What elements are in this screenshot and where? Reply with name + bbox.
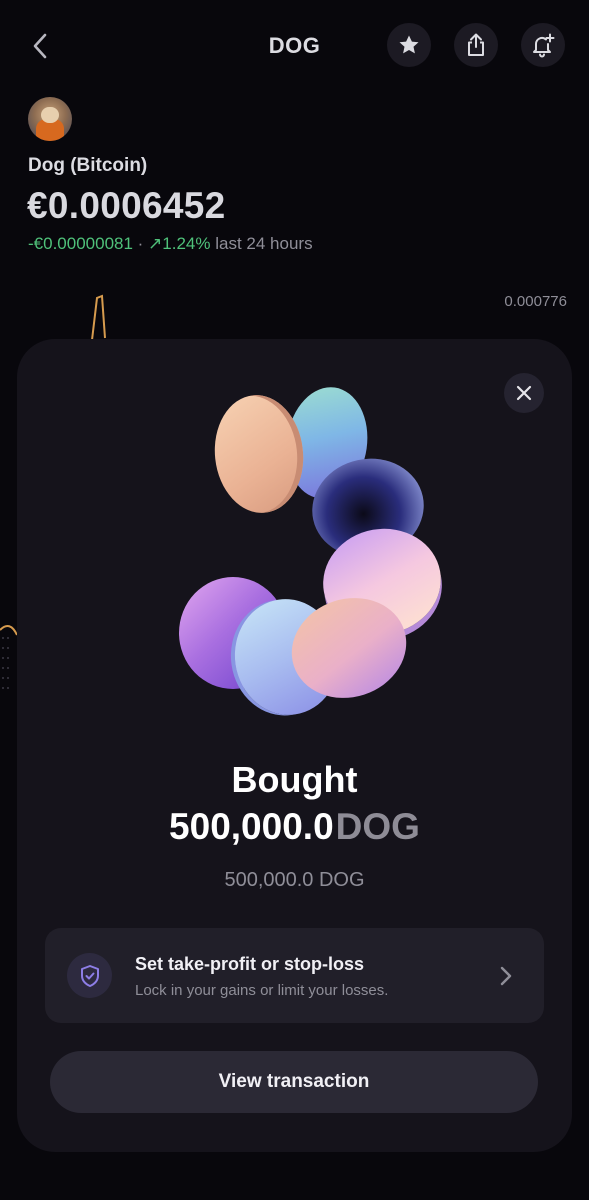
coins-illustration [167,377,450,722]
chart-max-label: 0.000776 [504,293,567,310]
share-button[interactable] [454,23,498,67]
change-period: last 24 hours [215,234,313,253]
close-icon [516,385,532,401]
page-title: DOG [268,33,321,58]
back-button[interactable] [22,26,58,66]
price-alert-button[interactable] [521,23,565,67]
asset-avatar [28,97,72,141]
close-button[interactable] [504,373,544,413]
take-profit-stop-loss-card[interactable]: Set take-profit or stop-loss Lock in you… [45,928,544,1023]
view-transaction-button[interactable]: View transaction [50,1051,538,1113]
bought-amount-value: 500,000.0 [169,806,334,847]
change-separator: · [132,234,149,253]
bought-amount-symbol: DOG [335,806,420,847]
change-amount: -€0.00000081 [28,234,133,253]
bell-plus-icon [533,33,555,58]
top-bar: DOG [0,0,589,95]
price-change: -€0.00000081 · ↗1.24% last 24 hours [28,234,313,254]
star-icon [399,35,419,54]
chevron-right-icon [500,966,512,986]
chevron-left-icon [33,33,47,59]
shield-check-icon [67,953,112,998]
purchase-confirmation-sheet: Bought 500,000.0DOG 500,000.0 DOG Set ta… [17,339,572,1152]
bought-amount-secondary: 500,000.0 DOG [224,869,365,891]
bought-amount: 500,000.0DOG [17,806,572,848]
take-profit-title: Set take-profit or stop-loss [135,954,365,974]
favorite-button[interactable] [387,23,431,67]
share-icon [468,33,484,56]
change-percent: 1.24% [162,234,211,253]
asset-price: €0.0006452 [27,185,226,226]
confirmation-title: Bought [231,759,358,800]
trend-up-icon: ↗ [148,234,163,253]
chart-dots [2,637,9,689]
take-profit-subtitle: Lock in your gains or limit your losses. [135,982,389,999]
asset-name: Dog (Bitcoin) [28,155,148,176]
